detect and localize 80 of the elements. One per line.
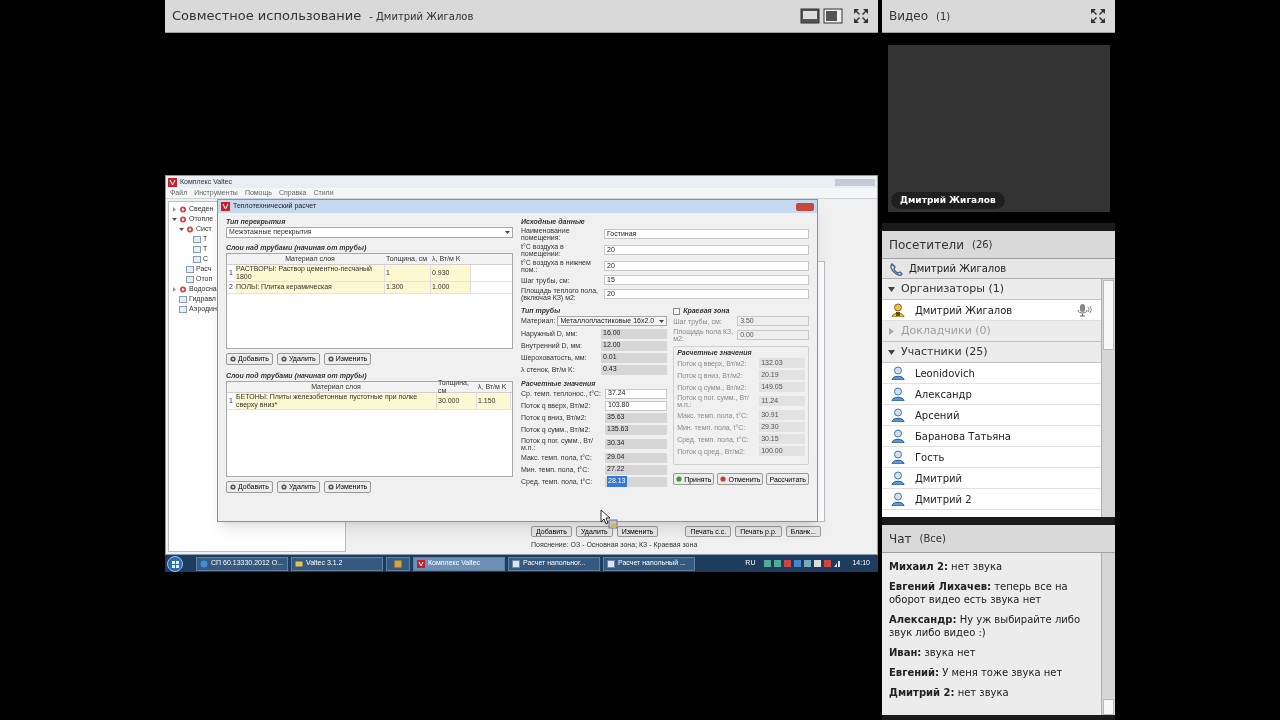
node-icon [179,215,187,223]
close-button[interactable] [796,202,814,211]
app-icon [512,559,520,568]
attendee-row[interactable]: Дмитрий Жигалов [882,300,1101,321]
scrollbar[interactable] [1101,279,1115,517]
chat-message: Евгений Лихачев: теперь все на оборот видео есть звука нет [889,580,1069,606]
app-icon [394,559,402,568]
user-name: Дмитрий Жигалов [909,262,1007,276]
chat-message: Михаил 2: нет звука [889,560,1004,573]
pod-count: (1) [936,9,951,24]
node-icon [186,225,194,233]
expander-icon[interactable] [172,216,177,222]
app-icon [200,559,208,568]
app-icon [607,559,615,568]
node-icon [193,245,201,253]
app-icon [417,559,425,568]
disclosure-arrow-icon [888,327,895,335]
gear-icon [280,483,287,490]
presenter-name: - Дмитрий Жигалов [369,9,474,24]
group-header[interactable]: Участники (25) [882,342,1101,363]
pod-title: Чат [889,530,912,548]
node-icon [179,285,187,293]
fullscreen-icon [1090,8,1106,24]
attendee-row[interactable]: Дмитрий 2 [882,489,1101,510]
pod-title: Посетители [889,236,964,254]
group-header[interactable]: Организаторы (1) [882,279,1101,300]
expander-icon[interactable] [179,226,184,232]
user-icon [891,450,905,464]
node-icon [179,205,187,213]
view-layout-icon [823,8,843,24]
gear-icon [327,355,334,362]
gear-icon [230,483,236,490]
pod-title: Совместное использование [172,7,362,26]
check-circle-icon [676,476,683,482]
disclosure-arrow-icon [888,285,895,293]
attendee-row[interactable]: Дмитрий [882,468,1101,489]
fullscreen-icon [853,8,869,24]
pod-count: (26) [972,238,993,252]
user-icon [891,387,905,401]
attendee-row[interactable]: Баранова Татьяна [882,426,1101,447]
node-icon [179,295,187,303]
user-icon [891,408,905,422]
node-icon [193,255,201,263]
dropdown-arrow-icon [659,318,665,324]
app-icon [295,559,303,568]
app-logo-icon [221,202,230,211]
signal-icon [834,560,842,567]
user-icon [891,366,905,380]
attendee-row[interactable]: Гость [882,447,1101,468]
node-icon [193,235,201,243]
chat-message: Дмитрий 2: нет звука [889,686,1010,699]
dropdown-arrow-icon [505,230,510,235]
gear-icon [280,355,287,362]
phone-icon [889,261,903,276]
user-icon [891,492,905,506]
microphone-icon [1076,303,1092,317]
user-icon [891,429,905,443]
chat-scope: (Все) [919,532,946,546]
attendee-row[interactable]: Арсений [882,405,1101,426]
node-icon [186,275,194,283]
cancel-icon [720,476,727,482]
taskbar-button[interactable] [386,556,410,571]
chat-message: Евгений: У меня тоже звука нет [889,666,1064,679]
gear-icon [230,355,236,362]
name-tag: Дмитрий Жигалов [891,191,1005,209]
node-icon [179,305,187,313]
user-icon [891,471,905,485]
chat-message: Александр: Ну уж выбирайте либо звук либо видео :) [889,613,1082,639]
scrollbar[interactable] [1101,553,1115,715]
attendee-row[interactable]: Leonidovich [882,363,1101,384]
host-user-icon [891,303,905,317]
attendee-row[interactable]: Александр [882,384,1101,405]
gear-icon [327,483,334,490]
node-icon [186,265,194,273]
disclosure-arrow-icon [888,348,895,356]
pod-title: Видео [889,8,929,25]
checkbox[interactable] [673,307,681,315]
cursor-icon [600,509,618,529]
chat-message: Иван: звука нет [889,646,977,659]
view-layout-icon [800,8,820,24]
